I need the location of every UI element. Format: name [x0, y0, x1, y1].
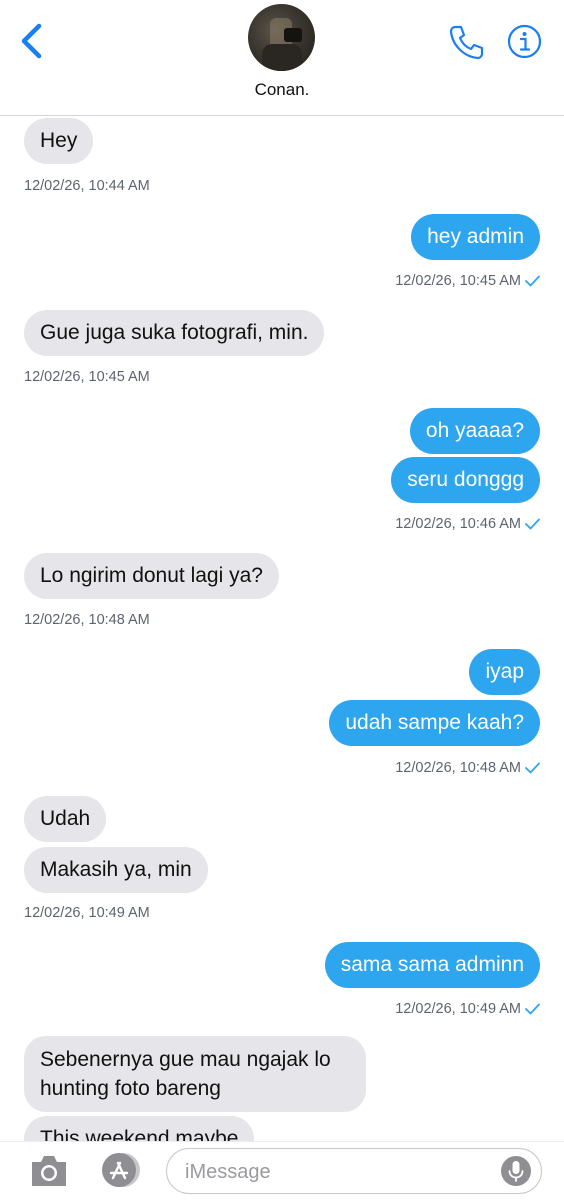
message-bubble-incoming[interactable]: Hey	[24, 118, 94, 164]
message-bubble-incoming[interactable]: This weekend maybe	[24, 1116, 255, 1141]
message-bubble-outgoing[interactable]: sama sama adminn	[324, 942, 540, 988]
avatar-photo-shadow	[262, 44, 302, 71]
message-timestamp: 12/02/26, 10:49 AM	[24, 905, 150, 921]
message-timestamp: 12/02/26, 10:48 AM	[24, 612, 150, 628]
back-chevron-icon[interactable]	[18, 22, 48, 60]
message-bubble-outgoing[interactable]: hey admin	[411, 214, 540, 260]
message-timestamp: 12/02/26, 10:46 AM	[395, 516, 540, 532]
message-bubble-outgoing[interactable]: seru donggg	[391, 457, 540, 503]
message-timestamp: 12/02/26, 10:48 AM	[395, 760, 540, 776]
imessage-field[interactable]	[166, 1148, 542, 1194]
message-timestamp: 12/02/26, 10:45 AM	[395, 273, 540, 289]
timestamp-text: 12/02/26, 10:45 AM	[395, 273, 521, 289]
timestamp-text: 12/02/26, 10:49 AM	[395, 1001, 521, 1017]
message-composer	[0, 1141, 564, 1200]
message-bubble-incoming[interactable]: Gue juga suka fotografi, min.	[24, 310, 325, 356]
message-bubble-outgoing[interactable]: oh yaaaa?	[409, 408, 540, 454]
contact-avatar[interactable]	[248, 4, 315, 71]
message-timestamp: 12/02/26, 10:44 AM	[24, 178, 150, 194]
message-timestamp: 12/02/26, 10:49 AM	[395, 1001, 540, 1017]
info-icon[interactable]	[507, 24, 542, 59]
avatar-photo-camera	[284, 28, 302, 42]
app-store-icon[interactable]	[96, 1151, 146, 1189]
check-icon	[525, 762, 540, 774]
timestamp-text: 12/02/26, 10:46 AM	[395, 516, 521, 532]
check-icon	[525, 518, 540, 530]
message-bubble-incoming[interactable]: Lo ngirim donut lagi ya?	[24, 553, 279, 599]
message-bubble-outgoing[interactable]: udah sampe kaah?	[329, 700, 540, 746]
check-icon	[525, 1003, 540, 1015]
check-icon	[525, 275, 540, 287]
message-thread[interactable]: Hey 12/02/26, 10:44 AM hey admin 12/02/2…	[0, 116, 564, 1141]
message-bubble-incoming[interactable]: Udah	[24, 796, 107, 842]
timestamp-text: 12/02/26, 10:48 AM	[395, 760, 521, 776]
message-bubble-outgoing[interactable]: iyap	[469, 649, 540, 695]
message-bubble-incoming[interactable]: Makasih ya, min	[24, 847, 208, 893]
camera-icon[interactable]	[28, 1150, 70, 1190]
phone-icon[interactable]	[447, 24, 485, 60]
message-bubble-incoming[interactable]: Sebenernya gue mau ngajak lo hunting fot…	[24, 1036, 366, 1112]
message-timestamp: 12/02/26, 10:45 AM	[24, 369, 150, 385]
conversation-header: Conan.	[0, 0, 564, 116]
microphone-icon[interactable]	[501, 1156, 531, 1186]
contact-name[interactable]: Conan.	[0, 80, 564, 100]
imessage-input[interactable]	[185, 1159, 485, 1185]
